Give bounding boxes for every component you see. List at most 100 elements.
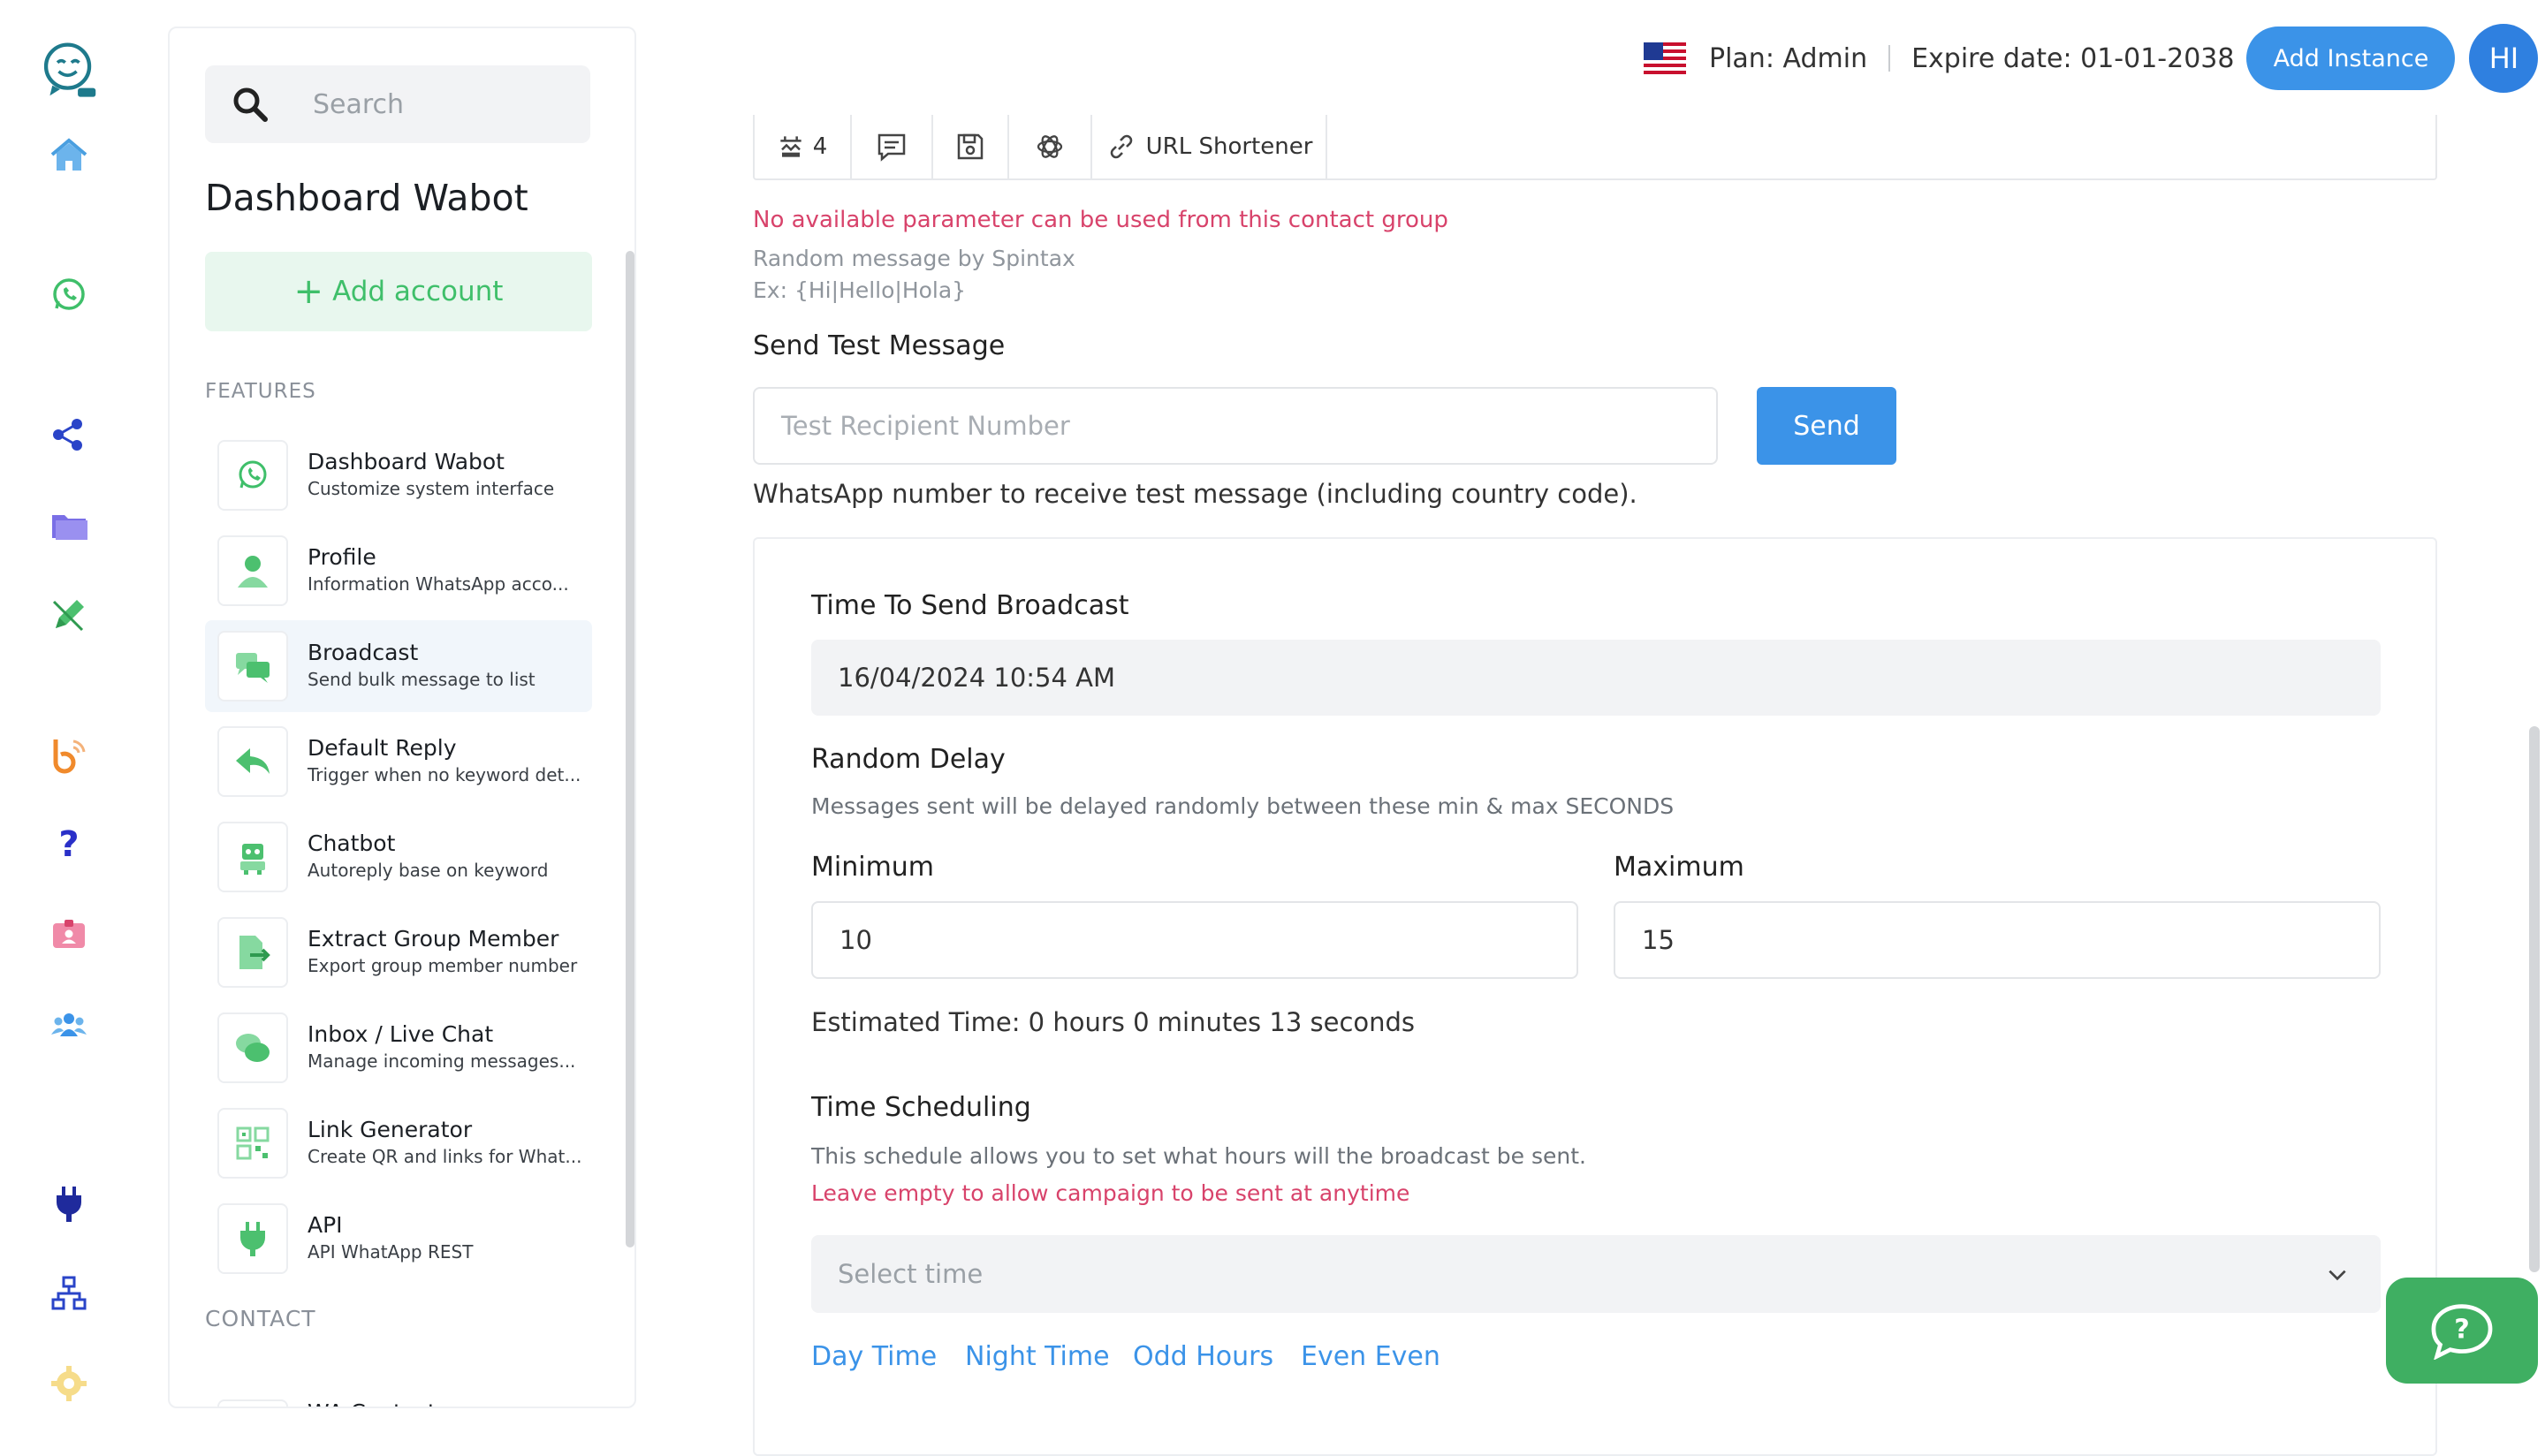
- param-error-text: No available parameter can be used from …: [753, 207, 1448, 233]
- sidebar-panel: Search Dashboard Wabot + Add account FEA…: [168, 27, 636, 1408]
- spread-icon: [780, 136, 801, 157]
- preset-odd-hours[interactable]: Odd Hours: [1133, 1341, 1273, 1372]
- minimum-value: 10: [839, 925, 872, 955]
- select-time-dropdown[interactable]: Select time: [811, 1235, 2381, 1313]
- help-icon[interactable]: ?: [44, 820, 94, 869]
- count-tool[interactable]: 4: [755, 115, 852, 178]
- whatsapp-icon[interactable]: [44, 270, 94, 320]
- send-time-input[interactable]: 16/04/2024 10:54 AM: [811, 640, 2381, 716]
- comment-icon: [877, 133, 906, 162]
- sidebar-item-subtitle: API WhatApp REST: [308, 1241, 474, 1263]
- sidebar-item-title: Dashboard Wabot: [308, 449, 505, 474]
- add-account-label: Add account: [332, 276, 504, 307]
- qr-code-icon: [217, 1108, 288, 1179]
- reply-icon: [217, 726, 288, 797]
- sidebar-item-broadcast[interactable]: Broadcast Send bulk message to list: [205, 620, 592, 712]
- sidebar-item-extract-group-member[interactable]: Extract Group Member Export group member…: [205, 906, 592, 998]
- send-test-button[interactable]: Send: [1757, 387, 1896, 465]
- spintax-example: Ex: {Hi|Hello|Hola}: [753, 277, 967, 303]
- time-scheduling-label: Time Scheduling: [811, 1092, 1031, 1123]
- sidebar-item-inbox-live-chat[interactable]: Inbox / Live Chat Manage incoming messag…: [205, 1002, 592, 1094]
- chat-help-icon: ?: [2431, 1304, 2493, 1360]
- plus-icon: +: [293, 271, 324, 312]
- sidebar-item-title: Link Generator: [308, 1117, 473, 1142]
- spintax-hint: Random message by Spintax: [753, 246, 1075, 271]
- blogger-icon[interactable]: [44, 730, 94, 779]
- plug-icon[interactable]: [44, 1179, 94, 1228]
- url-shortener-label: URL Shortener: [1145, 133, 1313, 160]
- sidebar-item-subtitle: Export group member number: [308, 955, 578, 976]
- broadcast-settings-card: Time To Send Broadcast 16/04/2024 10:54 …: [753, 537, 2437, 1456]
- test-recipient-input[interactable]: Test Recipient Number: [753, 387, 1718, 465]
- logo-icon[interactable]: [37, 37, 101, 101]
- sidebar-item-title: Chatbot: [308, 830, 396, 856]
- minimum-input[interactable]: 10: [811, 901, 1578, 979]
- features-section-label: FEATURES: [205, 380, 316, 403]
- add-instance-button[interactable]: Add Instance: [2246, 27, 2456, 90]
- avatar[interactable]: HI: [2469, 24, 2539, 93]
- search-box[interactable]: Search: [205, 65, 590, 143]
- sidebar-item-link-generator[interactable]: Link Generator Create QR and links for W…: [205, 1097, 592, 1189]
- expire-date-label: Expire date: 01-01-2038: [1911, 42, 2235, 74]
- preset-day-time[interactable]: Day Time: [811, 1341, 937, 1372]
- folder-icon[interactable]: [44, 500, 94, 550]
- robot-icon: [217, 822, 288, 892]
- sidebar-item-title: Extract Group Member: [308, 926, 559, 952]
- sidebar-title: Dashboard Wabot: [205, 177, 528, 219]
- test-recipient-placeholder: Test Recipient Number: [781, 411, 1070, 441]
- sidebar-item-default-reply[interactable]: Default Reply Trigger when no keyword de…: [205, 716, 592, 808]
- sidebar-item-api[interactable]: API API WhatApp REST: [205, 1193, 592, 1285]
- add-account-button[interactable]: + Add account: [205, 252, 592, 331]
- count-value: 4: [812, 133, 828, 160]
- sidebar-item-subtitle: Create QR and links for What...: [308, 1146, 582, 1167]
- sidebar-item-title: Broadcast: [308, 640, 419, 665]
- message-toolbar: 4 URL Shortener: [753, 115, 2437, 180]
- main-scrollbar[interactable]: [2529, 726, 2540, 1272]
- sidebar-item-title: WA Contacts: [308, 1399, 448, 1407]
- link-icon: [1110, 134, 1132, 159]
- help-chat-button[interactable]: ?: [2386, 1278, 2538, 1384]
- whatsapp-icon: [217, 440, 288, 511]
- icon-rail: ?: [0, 0, 138, 1437]
- sidebar-item-title: Default Reply: [308, 735, 457, 761]
- time-scheduling-hint: This schedule allows you to set what hou…: [811, 1143, 1586, 1169]
- top-bar: Plan: Admin Expire date: 01-01-2038 Add …: [1644, 23, 2539, 94]
- search-input[interactable]: Search: [313, 89, 404, 120]
- preset-even-even[interactable]: Even Even: [1301, 1341, 1440, 1372]
- sidebar-item-subtitle: Trigger when no keyword det...: [308, 764, 581, 785]
- user-icon: [217, 535, 288, 606]
- users-icon[interactable]: [44, 1000, 94, 1050]
- settings-icon[interactable]: [44, 1359, 94, 1408]
- us-flag-icon[interactable]: [1644, 42, 1686, 74]
- export-icon: [217, 917, 288, 988]
- url-shortener-tool[interactable]: URL Shortener: [1092, 115, 1327, 178]
- home-icon[interactable]: [44, 131, 94, 180]
- chat-bubbles-icon: [217, 631, 288, 701]
- sidebar-item-title: API: [308, 1212, 343, 1238]
- chevron-down-icon: [2328, 1270, 2346, 1281]
- comment-tool[interactable]: [852, 115, 933, 178]
- contact-section-label: CONTACT: [205, 1306, 316, 1331]
- sidebar-item-profile[interactable]: Profile Information WhatsApp acco...: [205, 525, 592, 617]
- sidebar-item-chatbot[interactable]: Chatbot Autoreply base on keyword: [205, 811, 592, 903]
- sidebar-item-subtitle: Information WhatsApp acco...: [308, 573, 569, 595]
- sidebar-item-subtitle: Customize system interface: [308, 478, 555, 499]
- time-scheduling-warning: Leave empty to allow campaign to be sent…: [811, 1180, 1410, 1206]
- sidebar-item-dashboard-wabot[interactable]: Dashboard Wabot Customize system interfa…: [205, 429, 592, 521]
- pencil-icon[interactable]: [44, 590, 94, 640]
- sidebar-scrollbar[interactable]: [626, 251, 634, 1247]
- svg-text:?: ?: [2454, 1314, 2470, 1345]
- ai-tool[interactable]: [1009, 115, 1092, 178]
- id-card-icon[interactable]: [44, 910, 94, 959]
- network-icon[interactable]: [44, 1269, 94, 1318]
- preset-night-time[interactable]: Night Time: [965, 1341, 1110, 1372]
- select-time-placeholder: Select time: [838, 1259, 984, 1289]
- share-icon[interactable]: [44, 410, 94, 459]
- sidebar-item-wa-contacts[interactable]: WA Contacts: [205, 1354, 592, 1407]
- maximum-input[interactable]: 15: [1614, 901, 2381, 979]
- random-delay-hint: Messages sent will be delayed randomly b…: [811, 793, 1675, 819]
- openai-icon: [1037, 135, 1063, 158]
- sidebar-item-title: Profile: [308, 544, 376, 570]
- save-tool[interactable]: [933, 115, 1009, 178]
- test-help-text: WhatsApp number to receive test message …: [753, 479, 1637, 509]
